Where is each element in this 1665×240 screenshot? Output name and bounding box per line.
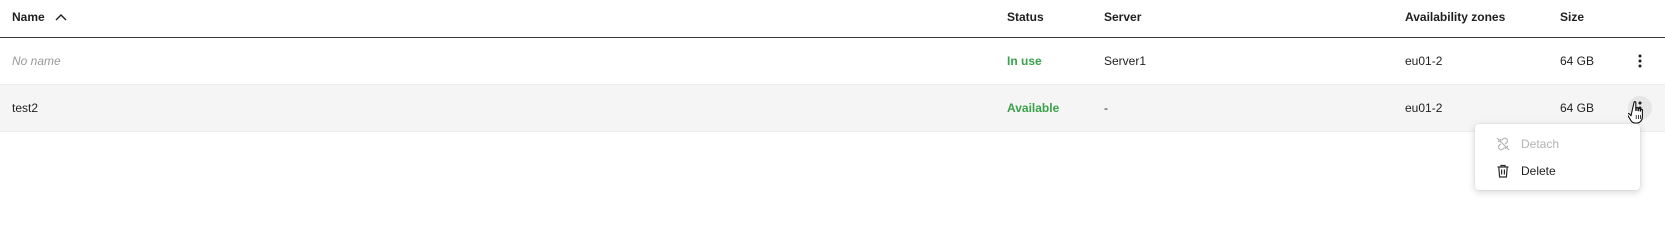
- column-header-status[interactable]: Status: [1007, 0, 1044, 34]
- column-header-server[interactable]: Server: [1104, 0, 1141, 34]
- row-name: No name: [12, 54, 61, 68]
- row-server: -: [1104, 101, 1108, 115]
- row-availability-zone: eu01-2: [1405, 54, 1443, 68]
- row-context-menu: Detach Delete: [1475, 124, 1640, 190]
- status-badge: In use: [1007, 54, 1042, 68]
- menu-item-delete-label: Delete: [1521, 163, 1556, 178]
- row-size: 64 GB: [1560, 54, 1595, 68]
- kebab-menu-icon: [1638, 101, 1642, 115]
- menu-item-detach-label: Detach: [1521, 136, 1560, 151]
- menu-item-detach[interactable]: Detach: [1475, 130, 1640, 157]
- column-header-availability-zones[interactable]: Availability zones: [1405, 0, 1505, 34]
- more-actions-button[interactable]: [1628, 96, 1652, 120]
- more-actions-button[interactable]: [1628, 49, 1652, 73]
- row-actions: [1628, 38, 1652, 84]
- volumes-table: Name Status Server Availability zones Si…: [0, 0, 1665, 132]
- status-badge: Available: [1007, 101, 1060, 115]
- kebab-menu-icon: [1638, 54, 1642, 68]
- table-header: Name Status Server Availability zones Si…: [0, 0, 1665, 38]
- trash-icon: [1495, 163, 1511, 179]
- chevron-up-icon: [55, 13, 67, 21]
- unlink-icon: [1495, 136, 1511, 152]
- row-availability-zone: eu01-2: [1405, 101, 1443, 115]
- column-header-name[interactable]: Name: [12, 0, 67, 34]
- row-name: test2: [12, 101, 39, 115]
- row-server: Server1: [1104, 54, 1147, 68]
- table-row[interactable]: test2 Available - eu01-2 64 GB: [0, 85, 1665, 132]
- table-row[interactable]: No name In use Server1 eu01-2 64 GB: [0, 38, 1665, 85]
- menu-item-delete[interactable]: Delete: [1475, 157, 1640, 184]
- column-header-name-label: Name: [12, 10, 45, 24]
- column-header-size[interactable]: Size: [1560, 0, 1584, 34]
